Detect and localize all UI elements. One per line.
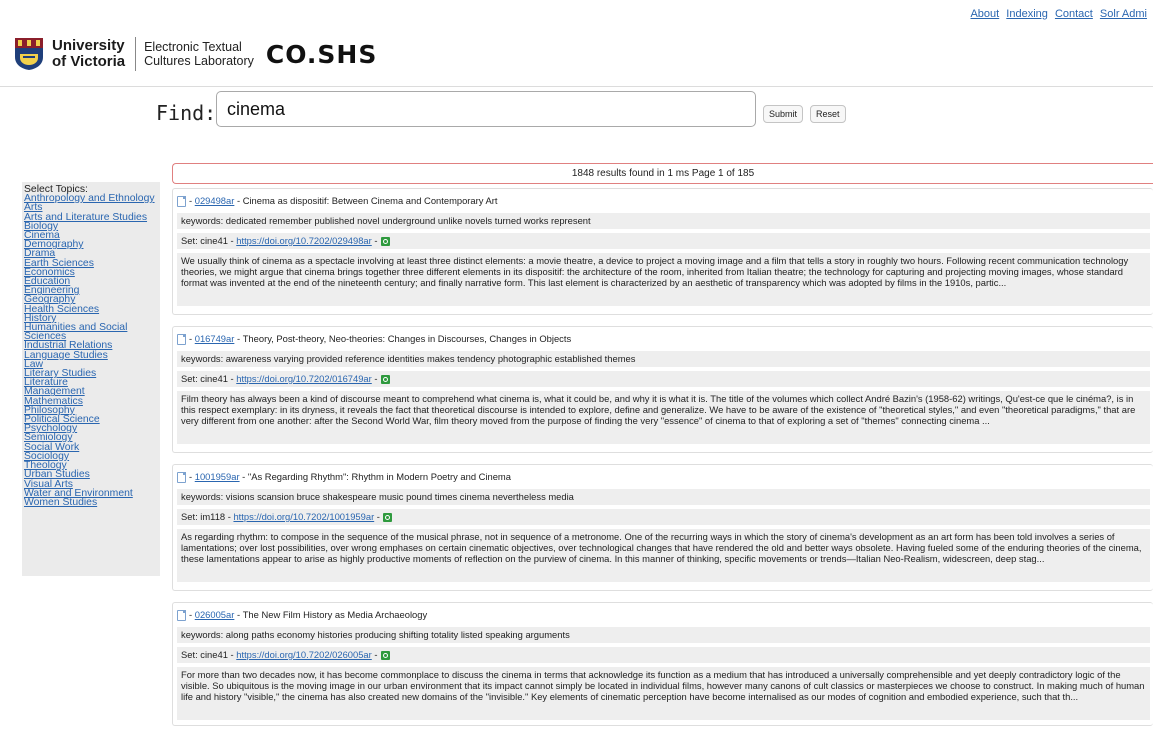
result-doi-link[interactable]: https://doi.org/10.7202/1001959ar: [233, 511, 374, 522]
result-item: - 026005ar - The New Film History as Med…: [172, 602, 1153, 726]
result-abstract: As regarding rhythm: to compose in the s…: [177, 529, 1150, 582]
result-keywords: keywords: awareness varying provided ref…: [177, 351, 1150, 367]
separator-text: -: [371, 649, 378, 660]
separator-text: -: [239, 471, 248, 482]
result-item: - 016749ar - Theory, Post-theory, Neo-th…: [172, 326, 1153, 453]
result-set: Set: cine41 -: [181, 373, 237, 384]
result-abstract: We usually think of cinema as a spectacl…: [177, 253, 1150, 306]
result-set-row: Set: cine41 - https://doi.org/10.7202/02…: [177, 233, 1150, 249]
result-id-link[interactable]: 016749ar: [195, 331, 235, 347]
result-keywords: keywords: dedicated remember published n…: [177, 213, 1150, 229]
topic-link[interactable]: Anthropology and Ethnology: [22, 193, 160, 204]
university-name-line1: University: [52, 37, 125, 54]
result-item: - 029498ar - Cinema as dispositif: Betwe…: [172, 188, 1153, 315]
result-title-row: - 029498ar - Cinema as dispositif: Betwe…: [177, 193, 1150, 209]
search-input[interactable]: [216, 91, 756, 127]
share-icon[interactable]: [380, 237, 390, 247]
separator-text: -: [374, 511, 380, 522]
result-doi-link[interactable]: https://doi.org/10.7202/026005ar: [236, 649, 372, 660]
result-set: Set: im118 -: [181, 511, 234, 522]
separator-text: -: [234, 609, 243, 620]
document-icon: [177, 195, 186, 207]
nav-link-contact[interactable]: Contact: [1055, 8, 1093, 20]
result-title: Theory, Post-theory, Neo-theories: Chang…: [242, 333, 572, 344]
nav-link-solr-admin[interactable]: Solr Admi: [1100, 8, 1147, 20]
separator-text: -: [371, 235, 378, 246]
topic-link[interactable]: Women Studies: [22, 497, 160, 508]
site-header: University of Victoria Electronic Textua…: [14, 32, 377, 76]
result-set-row: Set: cine41 - https://doi.org/10.7202/01…: [177, 371, 1150, 387]
header-divider: [135, 37, 137, 71]
result-set-row: Set: im118 - https://doi.org/10.7202/100…: [177, 509, 1150, 525]
result-title-row: - 1001959ar - "As Regarding Rhythm": Rhy…: [177, 469, 1150, 485]
result-abstract: Film theory has always been a kind of di…: [177, 391, 1150, 444]
document-icon: [177, 609, 186, 621]
separator-text: -: [371, 373, 378, 384]
separator-text: -: [234, 195, 243, 206]
result-item: - 1001959ar - "As Regarding Rhythm": Rhy…: [172, 464, 1153, 591]
result-doi-link[interactable]: https://doi.org/10.7202/016749ar: [236, 373, 372, 384]
result-set: Set: cine41 -: [181, 235, 237, 246]
university-name-line2: of Victoria: [52, 53, 126, 70]
separator-text: -: [234, 333, 243, 344]
result-id-link[interactable]: 1001959ar: [195, 469, 240, 485]
share-icon[interactable]: [380, 375, 390, 385]
result-title: The New Film History as Media Archaeolog…: [242, 609, 428, 620]
document-icon: [177, 471, 186, 483]
find-label: Find:: [156, 101, 217, 125]
result-set: Set: cine41 -: [181, 649, 237, 660]
topics-sidebar: Select Topics: Anthropology and Ethnolog…: [22, 182, 160, 576]
nav-link-indexing[interactable]: Indexing: [1006, 8, 1048, 20]
result-id-link[interactable]: 029498ar: [195, 193, 235, 209]
lab-name: Electronic Textual Cultures Laboratory: [144, 40, 254, 68]
result-keywords: keywords: along paths economy histories …: [177, 627, 1150, 643]
result-title-row: - 016749ar - Theory, Post-theory, Neo-th…: [177, 331, 1150, 347]
share-icon[interactable]: [382, 513, 392, 523]
result-doi-link[interactable]: https://doi.org/10.7202/029498ar: [236, 235, 372, 246]
result-title: "As Regarding Rhythm": Rhythm in Modern …: [247, 471, 511, 482]
nav-link-about[interactable]: About: [970, 8, 999, 20]
document-icon: [177, 333, 186, 345]
top-nav: About Indexing Contact Solr Admi: [966, 8, 1147, 20]
lab-name-line1: Electronic Textual: [144, 40, 242, 54]
reset-button[interactable]: Reset: [810, 105, 846, 123]
submit-button[interactable]: Submit: [763, 105, 804, 123]
share-icon[interactable]: [380, 651, 390, 661]
result-id-link[interactable]: 026005ar: [195, 607, 235, 623]
result-title: Cinema as dispositif: Between Cinema and…: [242, 195, 498, 206]
site-name: CO.SHS: [265, 39, 378, 69]
lab-name-line2: Cultures Laboratory: [144, 54, 254, 68]
result-abstract: For more than two decades now, it has be…: [177, 667, 1150, 720]
result-set-row: Set: cine41 - https://doi.org/10.7202/02…: [177, 647, 1150, 663]
university-name: University of Victoria: [52, 38, 125, 70]
result-keywords: keywords: visions scansion bruce shakesp…: [177, 489, 1150, 505]
university-crest-icon: [15, 38, 43, 70]
results-summary: 1848 results found in 1 ms Page 1 of 185: [172, 163, 1153, 184]
result-title-row: - 026005ar - The New Film History as Med…: [177, 607, 1150, 623]
header-separator: [0, 86, 1153, 87]
